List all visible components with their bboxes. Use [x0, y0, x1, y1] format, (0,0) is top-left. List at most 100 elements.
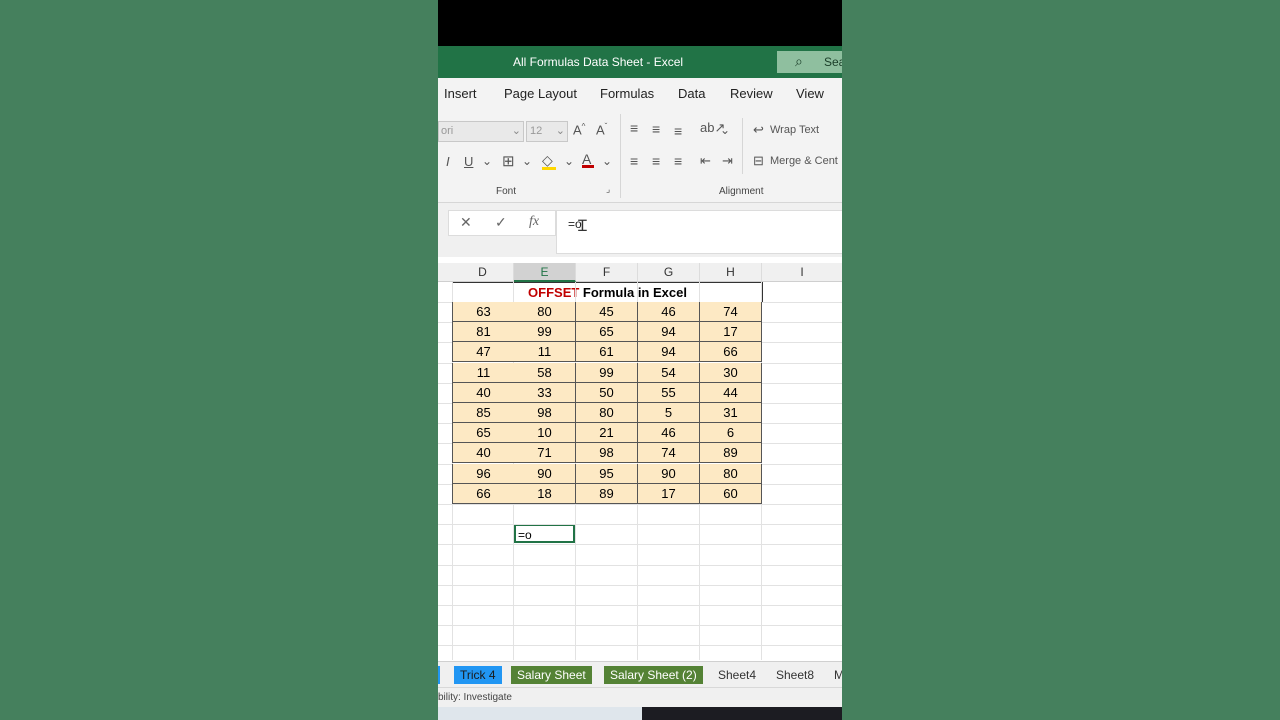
chevron-down-icon[interactable]: ⌄: [564, 154, 574, 168]
table-cell[interactable]: 40: [452, 383, 515, 403]
table-cell[interactable]: 74: [700, 302, 762, 322]
align-center-icon[interactable]: ≡: [652, 153, 660, 169]
dialog-launcher-icon[interactable]: ⌟: [606, 184, 610, 195]
chevron-down-icon[interactable]: ⌄: [602, 154, 612, 168]
table-cell[interactable]: 80: [700, 464, 762, 484]
accessibility-status[interactable]: bility: Investigate: [438, 692, 512, 703]
table-cell[interactable]: 98: [514, 403, 576, 423]
tab-review[interactable]: Review: [730, 86, 773, 101]
table-cell[interactable]: 54: [638, 363, 700, 383]
active-cell[interactable]: =o: [514, 524, 575, 543]
formula-input[interactable]: =o Ɪ: [556, 210, 842, 254]
table-cell[interactable]: 65: [452, 423, 515, 443]
font-color-icon[interactable]: A: [582, 151, 594, 168]
tab-formulas[interactable]: Formulas: [600, 86, 654, 101]
merge-center-button[interactable]: Merge & Cent: [770, 155, 838, 167]
table-cell[interactable]: 80: [514, 302, 576, 322]
table-cell[interactable]: 18: [514, 484, 576, 504]
tab-page-layout[interactable]: Page Layout: [504, 86, 577, 101]
enter-icon[interactable]: ✓: [495, 214, 507, 231]
table-cell[interactable]: 50: [576, 383, 638, 403]
font-name-box[interactable]: ori ⌄: [438, 121, 524, 142]
table-cell[interactable]: 46: [638, 423, 700, 443]
table-cell[interactable]: 21: [576, 423, 638, 443]
font-size-box[interactable]: 12 ⌄: [526, 121, 568, 142]
sheet-tab-m[interactable]: M: [828, 666, 842, 684]
chevron-down-icon[interactable]: ⌄: [720, 123, 730, 137]
table-cell[interactable]: 96: [452, 464, 515, 484]
table-cell[interactable]: 17: [638, 484, 700, 504]
wrap-text-button[interactable]: Wrap Text: [770, 124, 819, 136]
merge-icon[interactable]: ⊟: [753, 153, 764, 169]
align-middle-icon[interactable]: ≡: [652, 121, 660, 137]
table-cell[interactable]: 63: [452, 302, 515, 322]
tab-view[interactable]: View: [796, 86, 824, 101]
table-cell[interactable]: 58: [514, 363, 576, 383]
table-cell[interactable]: 80: [576, 403, 638, 423]
table-cell[interactable]: 10: [514, 423, 576, 443]
column-header-i[interactable]: I: [762, 263, 842, 282]
search-box[interactable]: ⌕ Sea: [777, 51, 842, 73]
table-cell[interactable]: 61: [576, 342, 638, 362]
underline-icon[interactable]: U: [464, 154, 473, 169]
table-cell[interactable]: 71: [514, 443, 576, 463]
table-cell[interactable]: 90: [514, 464, 576, 484]
table-cell[interactable]: 99: [576, 363, 638, 383]
table-cell[interactable]: 85: [452, 403, 515, 423]
table-cell[interactable]: 66: [452, 484, 515, 504]
increase-font-icon[interactable]: A^: [573, 122, 585, 137]
sheet-title-cell[interactable]: OFFSET Formula in Excel: [452, 282, 763, 303]
chevron-down-icon[interactable]: ⌄: [522, 154, 532, 168]
chevron-down-icon[interactable]: ⌄: [482, 154, 492, 168]
sheet-tab-sheet4[interactable]: Sheet4: [712, 666, 762, 684]
table-cell[interactable]: 98: [576, 443, 638, 463]
sheet-tab-trick4[interactable]: Trick 4: [454, 666, 502, 684]
table-cell[interactable]: 99: [514, 322, 576, 342]
table-cell[interactable]: 94: [638, 322, 700, 342]
table-cell[interactable]: 6: [700, 423, 762, 443]
align-left-icon[interactable]: ≡: [630, 153, 638, 169]
table-cell[interactable]: 66: [700, 342, 762, 362]
table-cell[interactable]: 47: [452, 342, 515, 362]
table-cell[interactable]: 11: [452, 363, 515, 383]
column-header-h[interactable]: H: [700, 263, 762, 282]
table-cell[interactable]: 90: [638, 464, 700, 484]
wrap-text-icon[interactable]: ↩: [753, 122, 764, 138]
table-cell[interactable]: 60: [700, 484, 762, 504]
column-header-g[interactable]: G: [638, 263, 700, 282]
align-bottom-icon[interactable]: ≡: [674, 123, 682, 139]
italic-icon[interactable]: I: [446, 154, 450, 169]
table-cell[interactable]: 44: [700, 383, 762, 403]
column-header-e[interactable]: E: [514, 263, 576, 282]
column-header-d[interactable]: D: [452, 263, 514, 282]
table-cell[interactable]: 31: [700, 403, 762, 423]
insert-function-button[interactable]: fx: [529, 214, 539, 230]
borders-icon[interactable]: ⊞: [502, 152, 515, 170]
table-cell[interactable]: 95: [576, 464, 638, 484]
decrease-font-icon[interactable]: Aˇ: [596, 122, 607, 137]
table-cell[interactable]: 46: [638, 302, 700, 322]
table-cell[interactable]: 33: [514, 383, 576, 403]
decrease-indent-icon[interactable]: ⇤: [700, 153, 711, 169]
align-top-icon[interactable]: ≡: [630, 120, 638, 136]
table-cell[interactable]: 30: [700, 363, 762, 383]
table-cell[interactable]: 5: [638, 403, 700, 423]
sheet-tab-partial[interactable]: [438, 666, 440, 684]
column-header-f[interactable]: F: [576, 263, 638, 282]
table-cell[interactable]: 65: [576, 322, 638, 342]
cancel-icon[interactable]: ✕: [460, 214, 472, 231]
align-right-icon[interactable]: ≡: [674, 153, 682, 169]
sheet-tab-salary-sheet-2[interactable]: Salary Sheet (2): [604, 666, 703, 684]
tab-insert[interactable]: Insert: [444, 86, 477, 101]
table-cell[interactable]: 94: [638, 342, 700, 362]
table-cell[interactable]: 55: [638, 383, 700, 403]
sheet-tab-sheet8[interactable]: Sheet8: [770, 666, 820, 684]
fill-color-icon[interactable]: ◇: [542, 152, 556, 170]
tab-data[interactable]: Data: [678, 86, 705, 101]
table-cell[interactable]: 45: [576, 302, 638, 322]
increase-indent-icon[interactable]: ⇥: [722, 153, 733, 169]
table-cell[interactable]: 17: [700, 322, 762, 342]
table-cell[interactable]: 40: [452, 443, 515, 463]
table-cell[interactable]: 81: [452, 322, 515, 342]
table-cell[interactable]: 74: [638, 443, 700, 463]
